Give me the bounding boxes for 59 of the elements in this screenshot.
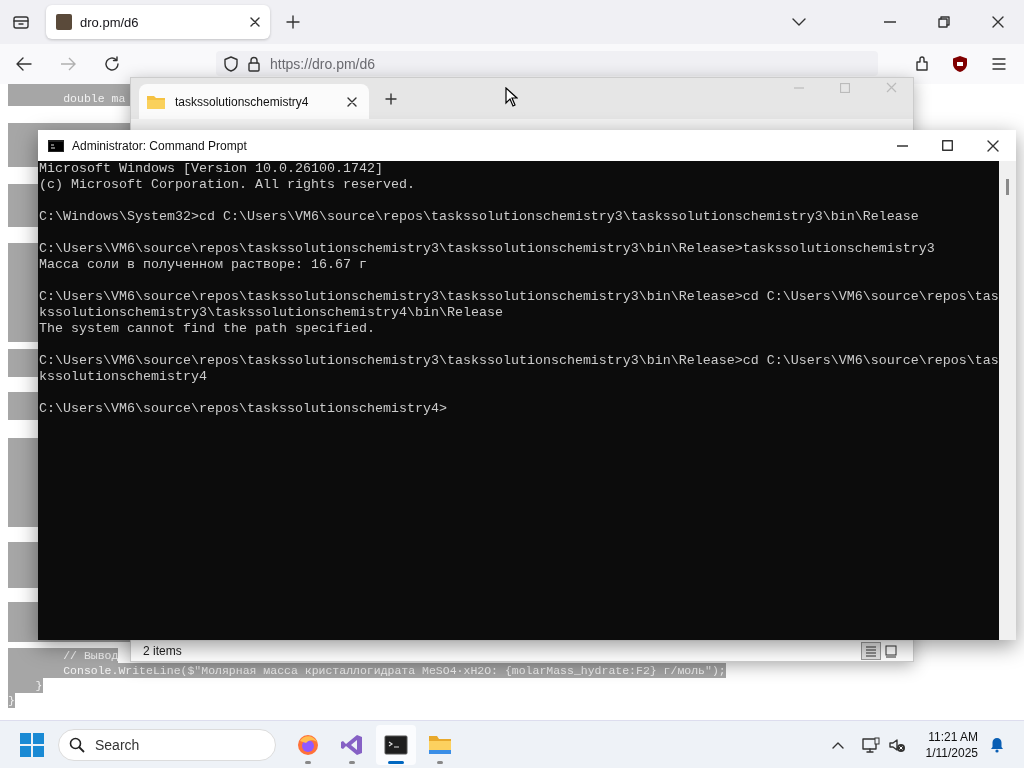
start-icon[interactable] xyxy=(20,732,44,757)
console-line: C:\Windows\System32>cd C:\Users\VM6\source\repos\taskssolutionschemistry3\taskssolutionschemistry3\bin\Release xyxy=(39,209,919,224)
console-line: kssolutionschemistry3\taskssolutionschemistry4\bin\Release xyxy=(39,305,503,320)
console-line: (c) Microsoft Corporation. All rights reserved. xyxy=(39,177,415,192)
console-line: C:\Users\VM6\source\repos\taskssolutionschemistry3\taskssolutionschemistry3\bin\Release>taskssolutionschemistry3 xyxy=(39,241,935,256)
back-icon[interactable] xyxy=(16,57,32,71)
plus-icon[interactable] xyxy=(385,93,397,105)
console-line: Microsoft Windows [Version 10.0.26100.1742] xyxy=(39,161,383,176)
reload-icon[interactable] xyxy=(104,56,120,72)
scroll-thumb[interactable] xyxy=(1006,179,1009,195)
chevron-down-icon[interactable] xyxy=(792,18,806,26)
item-count: 2 items xyxy=(143,644,182,658)
folder-icon xyxy=(147,94,165,109)
plus-icon[interactable] xyxy=(286,15,300,29)
browser-tab[interactable]: dro.pm/d6 xyxy=(46,5,270,39)
url-text: https://dro.pm/d6 xyxy=(270,55,376,72)
chevron-up-icon[interactable] xyxy=(831,740,844,749)
close-icon[interactable] xyxy=(987,139,999,152)
shield-extension-icon[interactable] xyxy=(952,55,968,73)
tab-list-icon[interactable] xyxy=(12,14,30,30)
console-line: The system cannot find the path specified. xyxy=(39,321,375,336)
minimize-icon[interactable] xyxy=(897,144,908,147)
console-icon xyxy=(48,139,64,152)
console-line: kssolutionschemistry4 xyxy=(39,369,207,384)
favicon-icon xyxy=(56,14,72,30)
console-line: C:\Users\VM6\source\repos\taskssolutionschemistry3\taskssolutionschemistry3\bin\Release>cd C:\Users\VM6\source\repos\tas xyxy=(39,353,999,368)
search-icon xyxy=(69,736,85,753)
terminal-icon xyxy=(384,732,408,757)
speaker-muted-icon[interactable] xyxy=(887,736,906,753)
scrollbar[interactable] xyxy=(999,161,1016,640)
search-box[interactable]: Search xyxy=(58,728,276,761)
browser-icon xyxy=(296,732,320,757)
console-line: C:\Users\VM6\source\repos\taskssolutionschemistry4> xyxy=(39,401,447,416)
close-icon[interactable] xyxy=(250,17,260,27)
monitor-icon[interactable] xyxy=(861,736,880,753)
menu-icon[interactable] xyxy=(992,58,1006,70)
bell-icon[interactable] xyxy=(990,736,1004,753)
lock-icon[interactable] xyxy=(248,55,260,72)
address-bar[interactable]: https://dro.pm/d6 xyxy=(216,51,878,76)
details-view-button[interactable] xyxy=(861,642,881,660)
restore-icon[interactable] xyxy=(938,16,950,28)
search-placeholder: Search xyxy=(95,736,140,753)
clock-time: 11:21 AM xyxy=(928,728,978,745)
ide-icon xyxy=(340,732,364,757)
maximize-icon[interactable] xyxy=(942,140,953,151)
clock-date: 1/11/2025 xyxy=(925,744,978,761)
explorer-tab[interactable]: taskssolutionschemistry4 xyxy=(139,84,369,119)
list-icon xyxy=(864,644,878,658)
taskbar-app-button[interactable] xyxy=(376,724,416,765)
mouse-cursor-icon xyxy=(505,87,518,107)
console-line: C:\Users\VM6\source\repos\taskssolutionschemistry3\taskssolutionschemistry3\bin\Release>cd C:\Users\VM6\source\repos\tas xyxy=(39,289,999,304)
window-title: Administrator: Command Prompt xyxy=(72,138,247,153)
close-icon[interactable] xyxy=(347,96,357,107)
close-icon[interactable] xyxy=(992,16,1004,28)
console-line: Масса соли в полученном растворе: 16.67 г xyxy=(39,257,367,272)
clock[interactable]: 11:21 AM 1/11/2025 xyxy=(925,728,978,761)
tiles-icon xyxy=(884,644,898,658)
extensions-icon[interactable] xyxy=(914,56,930,72)
shield-icon[interactable] xyxy=(224,55,238,72)
